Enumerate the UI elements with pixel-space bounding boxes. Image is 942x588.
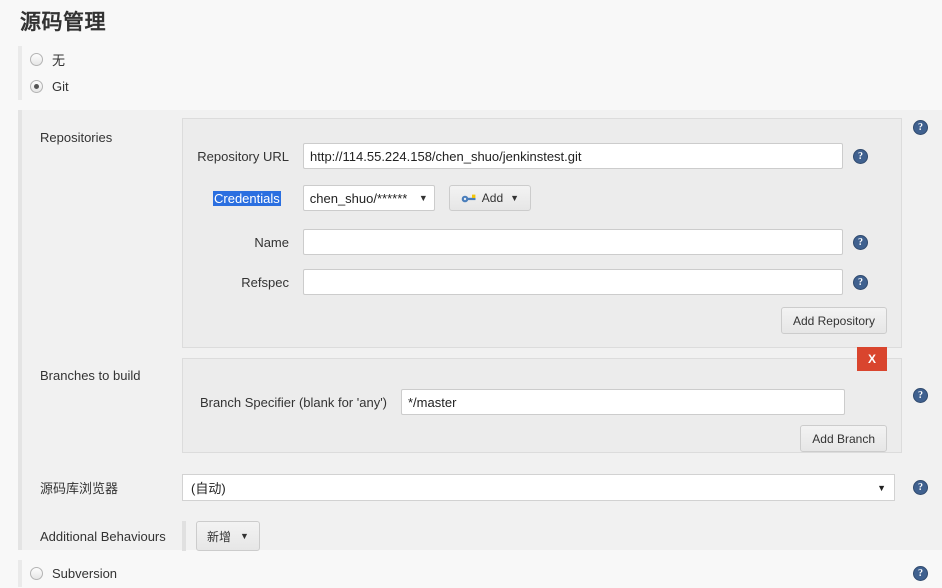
branch-block: X Branch Specifier (blank for 'any') Add… [182,347,902,453]
key-icon [461,192,477,204]
chevron-down-icon: ▼ [510,193,520,203]
repository-browser-row: 源码库浏览器 (自动) ▼ ? [22,465,942,510]
scm-config-page: 源码管理 无 Git Repositories ? Repository URL [0,0,942,588]
repository-browser-value: (自动) [191,481,226,496]
scm-option-subversion[interactable]: Subversion ? [22,560,942,587]
additional-behaviours-row: Additional Behaviours 新增 ▼ [22,510,942,562]
repository-browser-select[interactable]: (自动) ▼ [182,474,895,501]
radio-none-icon[interactable] [30,53,43,66]
repository-refspec-label: Refspec [241,274,289,290]
additional-behaviours-label: Additional Behaviours [40,528,166,544]
chevron-down-icon: ▼ [418,193,428,203]
credentials-select-value: chen_shuo/****** [309,190,408,206]
scm-option-git[interactable]: Git [22,73,942,100]
branch-specifier-input[interactable] [401,389,845,415]
scm-radio-group: 无 Git [18,46,942,100]
scm-option-git-label: Git [52,79,69,94]
credentials-row: Credentials chen_shuo/****** ▼ Add ▼ [183,185,887,211]
radio-git-icon[interactable] [30,80,43,93]
repository-block: Repository URL ? Credentials chen_shuo/*… [182,118,902,348]
repository-url-input[interactable] [303,143,843,169]
repository-name-row: Name ? [183,229,887,255]
repository-name-label: Name [254,234,289,250]
subversion-help-icon[interactable]: ? [913,566,928,581]
repositories-row: Repositories ? Repository URL ? Credenti… [22,110,942,350]
repository-url-help-icon[interactable]: ? [853,148,868,164]
scm-option-subversion-group: Subversion ? [18,560,942,587]
branches-label: Branches to build [40,368,141,383]
repository-name-input[interactable] [303,229,843,255]
scm-option-none-label: 无 [52,53,66,68]
branches-help-icon[interactable]: ? [913,388,928,403]
repository-refspec-help-icon[interactable]: ? [853,274,868,290]
additional-behaviours-content: 新增 ▼ [182,521,942,551]
delete-branch-button[interactable]: X [857,347,887,371]
scm-option-subversion-label: Subversion [52,566,118,581]
credentials-select[interactable]: chen_shuo/****** ▼ [302,185,435,211]
repositories-label: Repositories [40,130,113,145]
radio-subversion-icon[interactable] [30,567,43,580]
repository-name-help-icon[interactable]: ? [853,234,868,250]
repository-browser-help-icon[interactable]: ? [913,480,928,495]
repositories-content: ? Repository URL ? Credentials chen_shuo… [182,110,942,350]
add-branch-button[interactable]: Add Branch [800,425,887,452]
branches-content: ? X Branch Specifier (blank for 'any') A… [182,347,942,465]
add-repository-button[interactable]: Add Repository [780,307,887,334]
repository-refspec-input[interactable] [303,269,843,295]
branches-row: Branches to build ? X Branch Specifier (… [22,347,942,465]
repository-url-row: Repository URL ? [183,143,887,169]
repository-url-label: Repository URL [197,148,289,164]
branch-specifier-label: Branch Specifier (blank for 'any') [199,394,387,410]
repository-browser-label: 源码库浏览器 [40,481,119,496]
add-behaviour-label: 新增 [207,529,232,544]
branch-specifier-row: Branch Specifier (blank for 'any') [183,389,887,415]
add-credentials-button[interactable]: Add ▼ [448,185,532,211]
add-behaviour-button[interactable]: 新增 ▼ [196,521,260,551]
chevron-down-icon: ▼ [240,531,249,541]
scm-option-none[interactable]: 无 [22,46,942,73]
add-credentials-label: Add [481,191,504,205]
repository-refspec-row: Refspec ? [183,269,887,295]
repository-browser-content: (自动) ▼ ? [182,474,942,501]
git-config-body: Repositories ? Repository URL ? Credenti… [18,110,942,551]
credentials-label: Credentials [213,190,281,206]
page-title: 源码管理 [20,11,106,34]
chevron-down-icon: ▼ [877,482,886,493]
repositories-help-icon[interactable]: ? [913,120,928,135]
